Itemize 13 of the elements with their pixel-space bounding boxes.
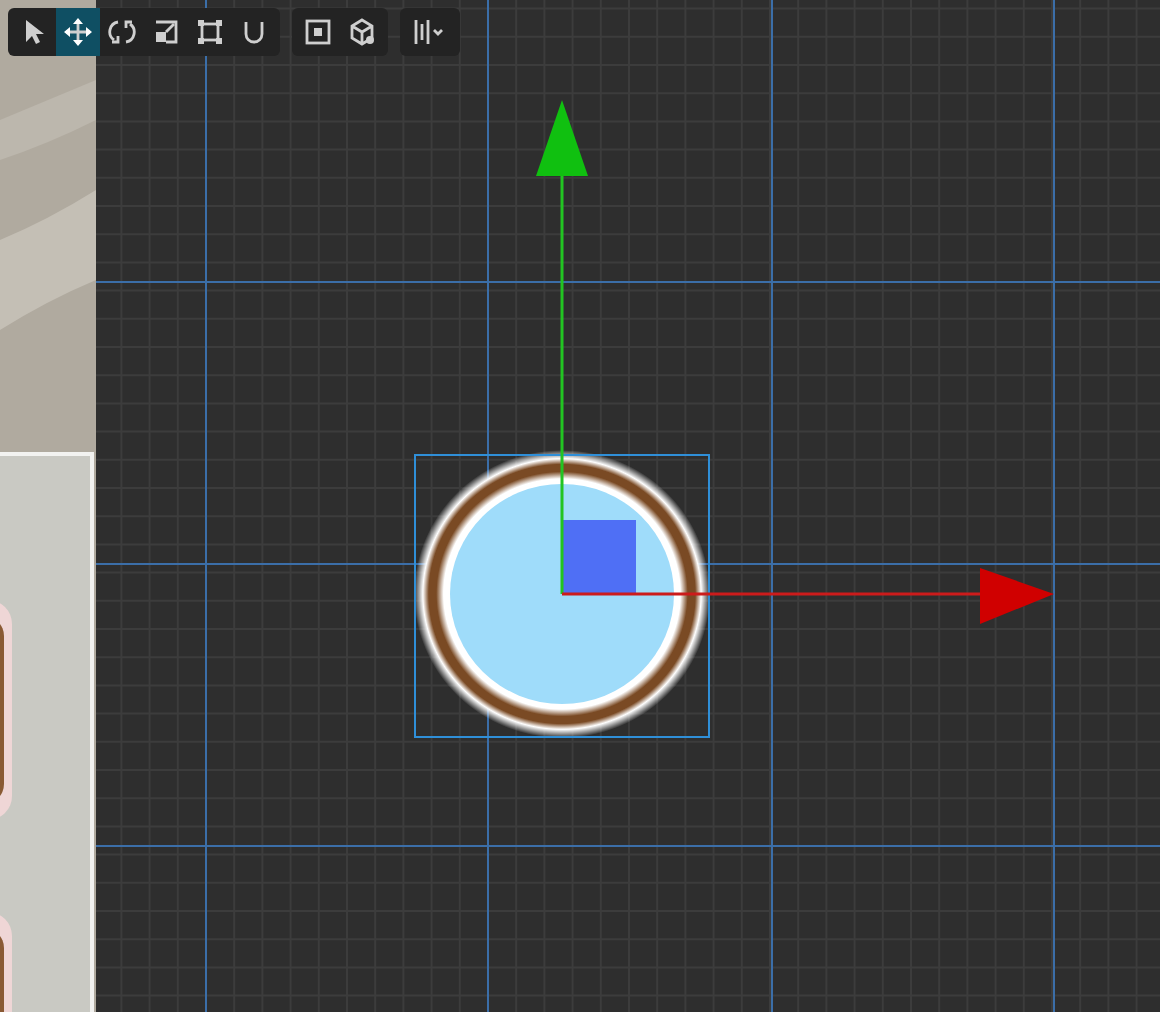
y-axis-arrow[interactable] <box>536 100 588 594</box>
cube-icon <box>348 18 376 46</box>
x-axis-arrow[interactable] <box>562 568 1054 624</box>
scale-icon <box>152 18 180 46</box>
align-icon <box>412 18 448 46</box>
magnet-icon <box>240 18 268 46</box>
move-icon <box>64 18 92 46</box>
rect-tool-icon <box>196 18 224 46</box>
pointer-icon <box>20 18 48 46</box>
rotate-icon <box>108 18 136 46</box>
scale-handle[interactable] <box>562 520 636 594</box>
tool-button[interactable] <box>56 8 100 56</box>
pivot-icon <box>304 18 332 46</box>
